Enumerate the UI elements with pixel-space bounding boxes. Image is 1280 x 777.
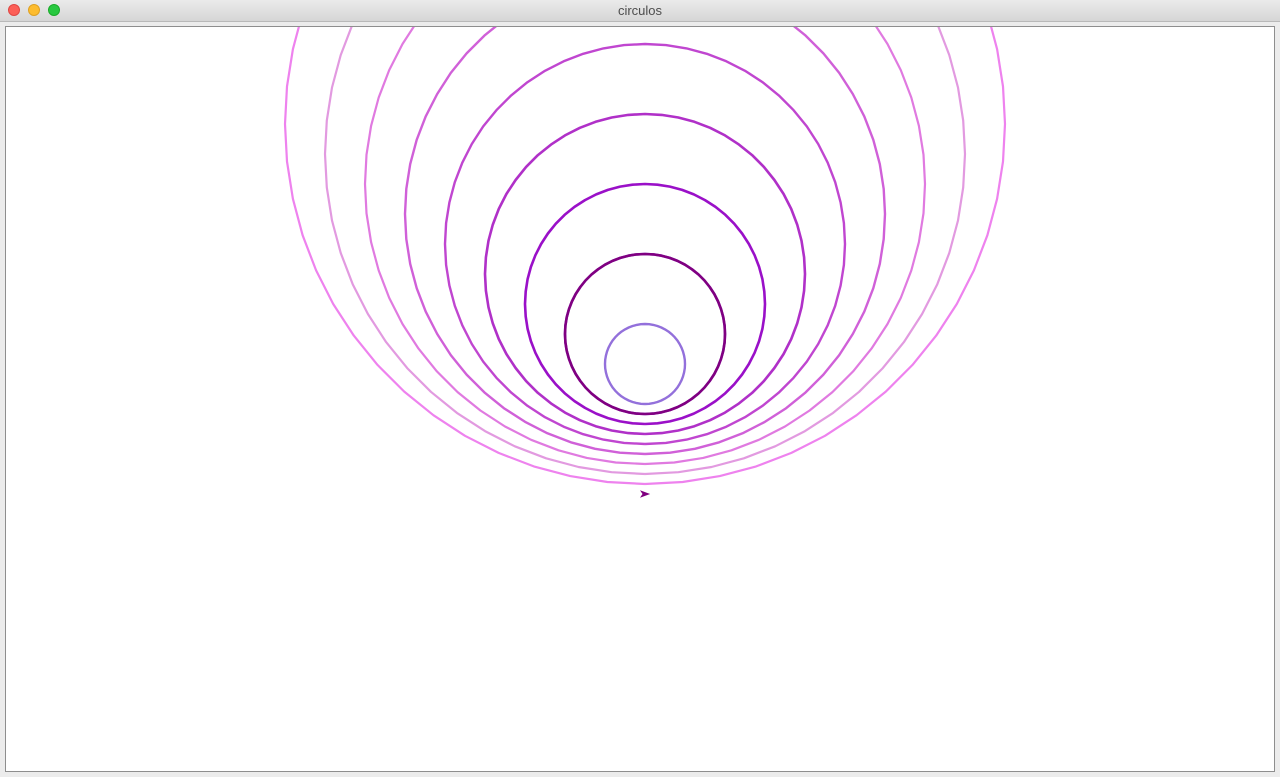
circle-ring-4 xyxy=(403,27,887,456)
title-bar[interactable]: circulos xyxy=(0,0,1280,22)
app-window: circulos xyxy=(0,0,1280,777)
circle-ring-10 xyxy=(603,322,687,406)
turtle-cursor xyxy=(639,490,651,498)
circle-ring-6 xyxy=(483,112,807,436)
concentric-circles xyxy=(283,27,1007,486)
circle-ring-5 xyxy=(443,42,847,446)
circle-ring-3 xyxy=(363,27,927,466)
circle-ring-2 xyxy=(323,27,967,476)
turtle-arrow-icon xyxy=(639,490,651,498)
drawing-canvas[interactable] xyxy=(5,26,1275,772)
circles-drawing xyxy=(283,27,1007,498)
circle-ring-1 xyxy=(283,27,1007,486)
window-title: circulos xyxy=(617,3,663,18)
circle-ring-7 xyxy=(523,182,767,426)
circle-ring-9 xyxy=(563,252,727,416)
